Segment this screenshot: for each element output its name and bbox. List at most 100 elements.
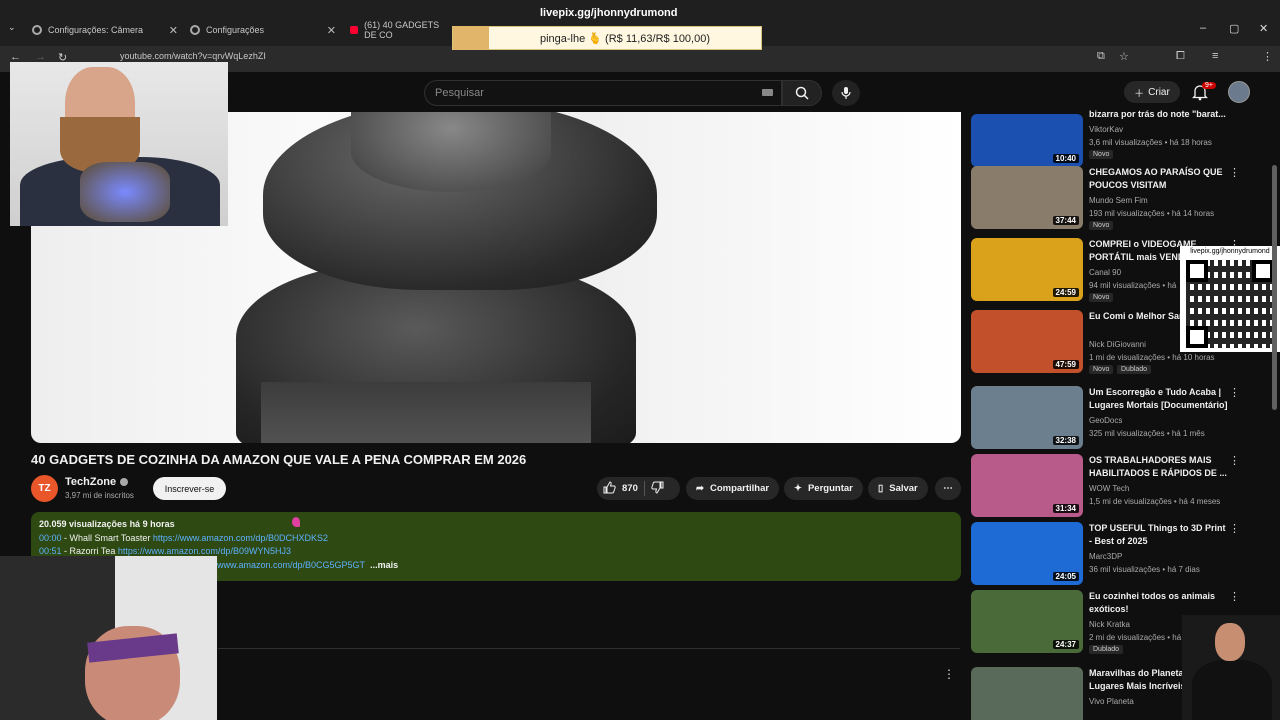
presenter-body (1192, 660, 1272, 720)
channel-name[interactable]: Nick DiGiovanni (1089, 338, 1146, 351)
video-thumbnail[interactable]: 32:38 (971, 386, 1083, 449)
more-actions-button[interactable]: ⋯ (935, 477, 961, 500)
video-thumbnail[interactable]: 37:44 (971, 166, 1083, 229)
url-field[interactable]: youtube.com/watch?v=qrvWqLezhZI (120, 51, 266, 61)
video-title[interactable]: TOP USEFUL Things to 3D Print - Best of … (1089, 522, 1229, 548)
maximize-icon[interactable]: ▢ (1229, 22, 1239, 35)
more-vertical-icon[interactable]: ⋮ (943, 667, 955, 681)
channel-name[interactable]: WOW Tech (1089, 482, 1129, 495)
search-input[interactable]: Pesquisar (424, 80, 782, 106)
video-thumbnail[interactable]: 47:59 (971, 310, 1083, 373)
dislike-button[interactable] (651, 481, 664, 497)
channel-avatar[interactable]: TZ (31, 475, 58, 502)
video-title[interactable]: OS TRABALHADORES MAIS HABILITADOS E RÁPI… (1089, 454, 1229, 480)
qr-label: livepix.gg/jhonnydrumond (1190, 248, 1270, 255)
channel-name[interactable]: Nick Kratka (1089, 618, 1130, 631)
plus-icon: ＋ (1134, 88, 1145, 100)
user-avatar[interactable] (1228, 81, 1250, 103)
channel-name[interactable]: GeoDocs (1089, 414, 1122, 427)
dubbed-badge: Dublado (1117, 365, 1152, 374)
channel-name[interactable]: Canal 90 (1089, 266, 1121, 279)
channel-name-text: TechZone (65, 476, 117, 488)
search-button[interactable] (782, 80, 822, 106)
product-link[interactable]: www.amazon.com/dp/B0CG5GP5GT (217, 560, 365, 570)
save-button[interactable]: ▯ Salvar (868, 477, 928, 500)
tab-label: (61) 40 GADGETS DE CO (364, 20, 440, 40)
show-more-link[interactable]: ...mais (370, 560, 398, 570)
share-button[interactable]: ➦ Compartilhar (686, 477, 780, 500)
donation-image (453, 26, 489, 50)
channel-name[interactable]: Marc3DP (1089, 550, 1122, 563)
tab-youtube-video[interactable]: (61) 40 GADGETS DE CO (350, 18, 450, 42)
video-thumbnail[interactable]: 10:40 (971, 114, 1083, 167)
minimize-icon[interactable]: – (1200, 22, 1206, 34)
keyboard-icon[interactable] (762, 89, 773, 96)
microphone-icon (841, 87, 851, 99)
view-count-and-age: 1,5 mi de visualizações • há 4 meses (1089, 497, 1221, 506)
like-dislike-group: 870 (597, 477, 680, 500)
subscribe-button[interactable]: Inscrever-se (153, 477, 226, 500)
recommended-video[interactable]: 24:05 TOP USEFUL Things to 3D Print - Bes… (971, 522, 1251, 586)
video-title[interactable]: CHEGAMOS AO PARAÍSO QUE POUCOS VISITAM (1089, 166, 1229, 192)
video-title[interactable]: bizarra por trás do note "barat... (1089, 108, 1229, 121)
view-count-and-age: 36 mil visualizações • há 7 dias (1089, 565, 1200, 574)
more-vertical-icon[interactable]: ⋮ (1229, 454, 1240, 467)
video-duration: 24:37 (1052, 640, 1079, 649)
media-controls-icon[interactable]: ≡ (1212, 50, 1218, 62)
close-tab-icon[interactable]: ✕ (327, 24, 336, 37)
channel-name[interactable]: ViktorKav (1089, 123, 1123, 136)
browser-menu-icon[interactable]: ⋮ (1262, 50, 1273, 63)
extensions-icon[interactable]: ⧠ (1176, 50, 1185, 63)
timestamp-link[interactable]: 00:00 (39, 533, 62, 543)
timestamp-link[interactable]: 00:51 (39, 546, 62, 556)
presenter-cutout (1182, 615, 1280, 720)
more-vertical-icon[interactable]: ⋮ (1229, 166, 1240, 179)
video-thumbnail[interactable]: 24:37 (971, 590, 1083, 653)
view-count-and-age: 3,6 mil visualizações • há 18 horas (1089, 138, 1212, 147)
tab-camera-settings[interactable]: Configurações: Câmera ✕ (32, 18, 178, 42)
share-label: Compartilhar (709, 483, 770, 494)
video-title[interactable]: Um Escorregão e Tudo Acaba | Lugares Mor… (1089, 386, 1229, 412)
video-title[interactable]: Eu cozinhei todos os animais exóticos! (1089, 590, 1229, 616)
channel-name[interactable]: TechZone (65, 476, 129, 488)
channel-name[interactable]: Vivo Planeta (1089, 695, 1134, 708)
video-thumbnail[interactable] (971, 667, 1083, 720)
gear-icon (32, 25, 42, 35)
recommended-video[interactable]: 37:44 CHEGAMOS AO PARAÍSO QUE POUCOS VISI… (971, 166, 1251, 230)
ask-button[interactable]: ✦ Perguntar (784, 477, 863, 500)
webcam-held-object (80, 162, 170, 222)
create-button[interactable]: ＋ Criar (1124, 81, 1180, 103)
voice-search-button[interactable] (832, 80, 860, 106)
close-tab-icon[interactable]: ✕ (169, 24, 178, 37)
ask-label: Perguntar (807, 483, 853, 494)
sparkle-icon: ✦ (794, 483, 802, 494)
bookmark-star-icon[interactable]: ☆ (1119, 50, 1129, 63)
recommended-video[interactable]: 31:34 OS TRABALHADORES MAIS HABILITADOS E… (971, 454, 1251, 518)
video-thumbnail[interactable]: 24:59 (971, 238, 1083, 301)
video-thumbnail[interactable]: 31:34 (971, 454, 1083, 517)
install-app-icon[interactable]: ⧉ (1097, 50, 1105, 63)
livepix-qr-code: livepix.gg/jhonnydrumond (1180, 246, 1280, 352)
video-thumbnail[interactable]: 24:05 (971, 522, 1083, 585)
webcam-overlay-guest (10, 62, 228, 226)
gear-icon (190, 25, 200, 35)
more-vertical-icon[interactable]: ⋮ (1229, 590, 1240, 603)
more-vertical-icon[interactable]: ⋮ (1229, 386, 1240, 399)
sidebar-scrollbar[interactable] (1272, 165, 1277, 410)
view-count-and-age: 1 mi de visualizações • há 10 horas (1089, 353, 1215, 362)
recommended-video[interactable]: 32:38 Um Escorregão e Tudo Acaba | Lugare… (971, 386, 1251, 450)
video-title: 40 GADGETS DE COZINHA DA AMAZON QUE VALE… (31, 452, 527, 467)
more-vertical-icon[interactable]: ⋮ (1229, 522, 1240, 535)
recommended-video[interactable]: 10:40 bizarra por trás do note "barat... V… (971, 104, 1251, 168)
tab-list-chevron-icon[interactable]: ⌄ (8, 22, 16, 33)
tab-settings[interactable]: Configurações ✕ (190, 18, 336, 42)
product-link[interactable]: https://www.amazon.com/dp/B0DCHXDKS2 (153, 533, 328, 543)
qr-corner (1252, 260, 1274, 282)
comments-divider (218, 648, 960, 649)
product-link[interactable]: https://www.amazon.com/dp/B09WYN5HJ3 (118, 546, 291, 556)
description-text: - Whall Smart Toaster (61, 532, 153, 543)
video-duration: 32:38 (1052, 436, 1079, 445)
channel-name[interactable]: Mundo Sem Fim (1089, 194, 1148, 207)
close-window-icon[interactable]: ✕ (1259, 22, 1268, 35)
like-button[interactable] (597, 480, 616, 497)
